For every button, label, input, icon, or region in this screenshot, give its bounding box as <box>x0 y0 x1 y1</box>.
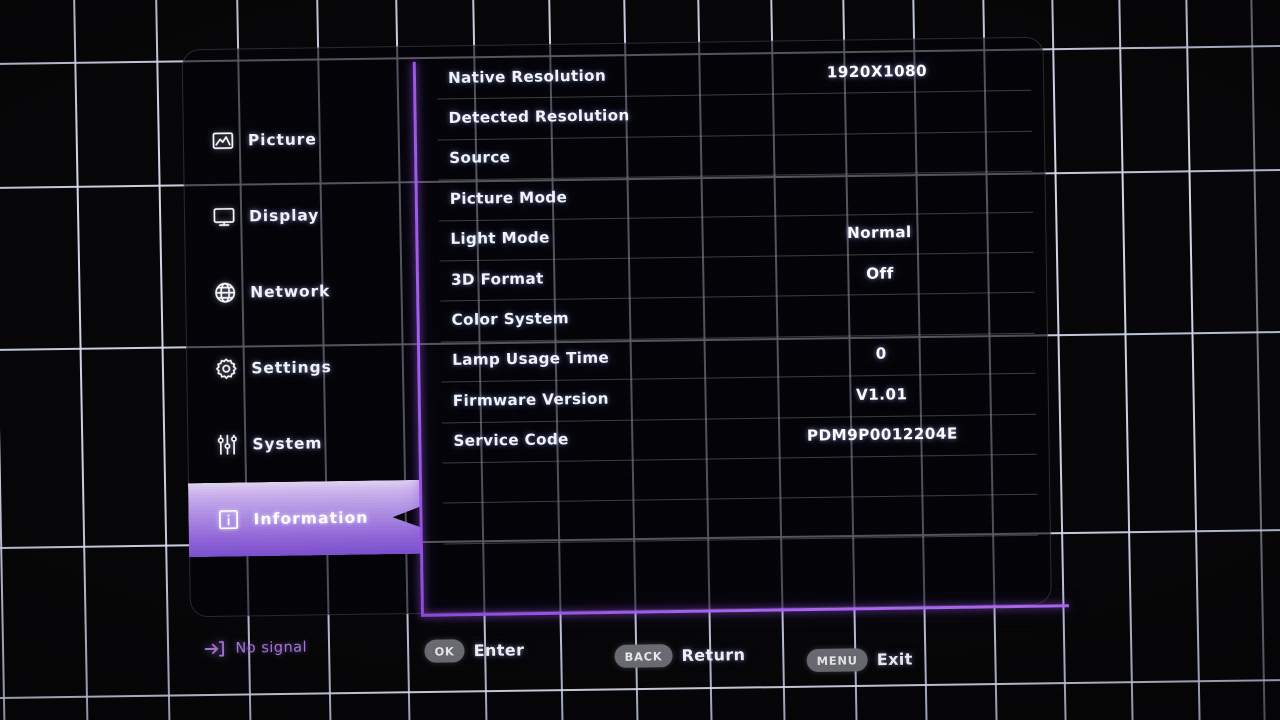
key-badge-ok: OK <box>424 639 464 663</box>
information-table: Native Resolution 1920X1080 Detected Resol… <box>437 51 1039 606</box>
info-row-value: V1.01 <box>772 384 992 405</box>
hint-menu-exit[interactable]: MENU Exit <box>807 648 913 673</box>
info-row-value <box>771 313 991 316</box>
sidebar-item-display[interactable]: Display <box>190 188 417 243</box>
hint-back-return[interactable]: BACK Return <box>614 643 745 668</box>
info-row-value: PDM9P0012204E <box>772 424 992 445</box>
gear-icon <box>214 357 238 381</box>
sidebar-item-information[interactable]: Information <box>188 480 421 557</box>
info-row-key: Detected Resolution <box>448 106 629 127</box>
grid-line-vertical <box>1184 0 1202 720</box>
hint-ok-enter[interactable]: OK Enter <box>424 638 524 662</box>
sidebar-item-label: Information <box>253 509 368 529</box>
info-row-value <box>768 111 988 114</box>
info-icon <box>216 508 240 532</box>
sidebar-item-label: Picture <box>248 130 317 149</box>
info-row-key: Firmware Version <box>453 389 609 409</box>
no-signal-label: No signal <box>235 640 307 657</box>
sidebar-item-system[interactable]: System <box>193 416 420 471</box>
sidebar-item-label: Network <box>250 282 330 301</box>
grid-line-vertical <box>155 0 173 720</box>
osd-sidebar: Picture Display Network Settings System … <box>182 50 422 613</box>
info-row-key: Picture Mode <box>450 188 568 208</box>
info-row-value: 1920X1080 <box>767 61 987 82</box>
info-row-key: Native Resolution <box>448 66 606 86</box>
sliders-icon <box>215 433 239 457</box>
info-row-empty <box>443 495 1038 544</box>
sidebar-item-picture[interactable]: Picture <box>189 112 416 167</box>
key-badge-menu: MENU <box>807 648 868 672</box>
key-badge-back: BACK <box>614 644 672 668</box>
hint-action-label: Exit <box>877 650 913 670</box>
info-row-key: Light Mode <box>450 229 550 248</box>
grid-line-vertical <box>73 0 91 720</box>
grid-line-horizontal <box>0 677 1280 701</box>
info-row-value <box>768 152 988 155</box>
hint-action-label: Enter <box>473 640 524 660</box>
sidebar-item-settings[interactable]: Settings <box>192 340 419 395</box>
sign-in-arrow-icon <box>202 637 226 661</box>
status-no-signal: No signal <box>202 636 307 662</box>
sidebar-item-label: Settings <box>251 358 332 377</box>
grid-line-vertical <box>1249 0 1267 720</box>
globe-icon <box>213 281 237 305</box>
projection-screen: Picture Display Network Settings System … <box>0 0 1280 720</box>
info-row-key: Service Code <box>453 430 569 450</box>
info-row-value: Normal <box>769 222 989 243</box>
grid-line-vertical <box>1117 0 1135 720</box>
picture-icon <box>211 129 235 153</box>
info-row-value: 0 <box>771 343 991 364</box>
sidebar-item-network[interactable]: Network <box>191 264 418 319</box>
monitor-icon <box>212 205 236 229</box>
sidebar-item-label: System <box>252 434 322 453</box>
info-row-value <box>769 192 989 195</box>
grid-line-vertical <box>0 0 7 720</box>
info-row-key: Source <box>449 149 510 168</box>
info-row-key: Lamp Usage Time <box>452 349 609 369</box>
info-row-key: 3D Format <box>451 269 544 288</box>
info-row-key: Color System <box>451 309 569 329</box>
info-row-value: Off <box>770 263 990 284</box>
osd-menu: Picture Display Network Settings System … <box>181 32 1070 655</box>
sidebar-item-label: Display <box>249 206 319 225</box>
hint-action-label: Return <box>681 645 745 665</box>
